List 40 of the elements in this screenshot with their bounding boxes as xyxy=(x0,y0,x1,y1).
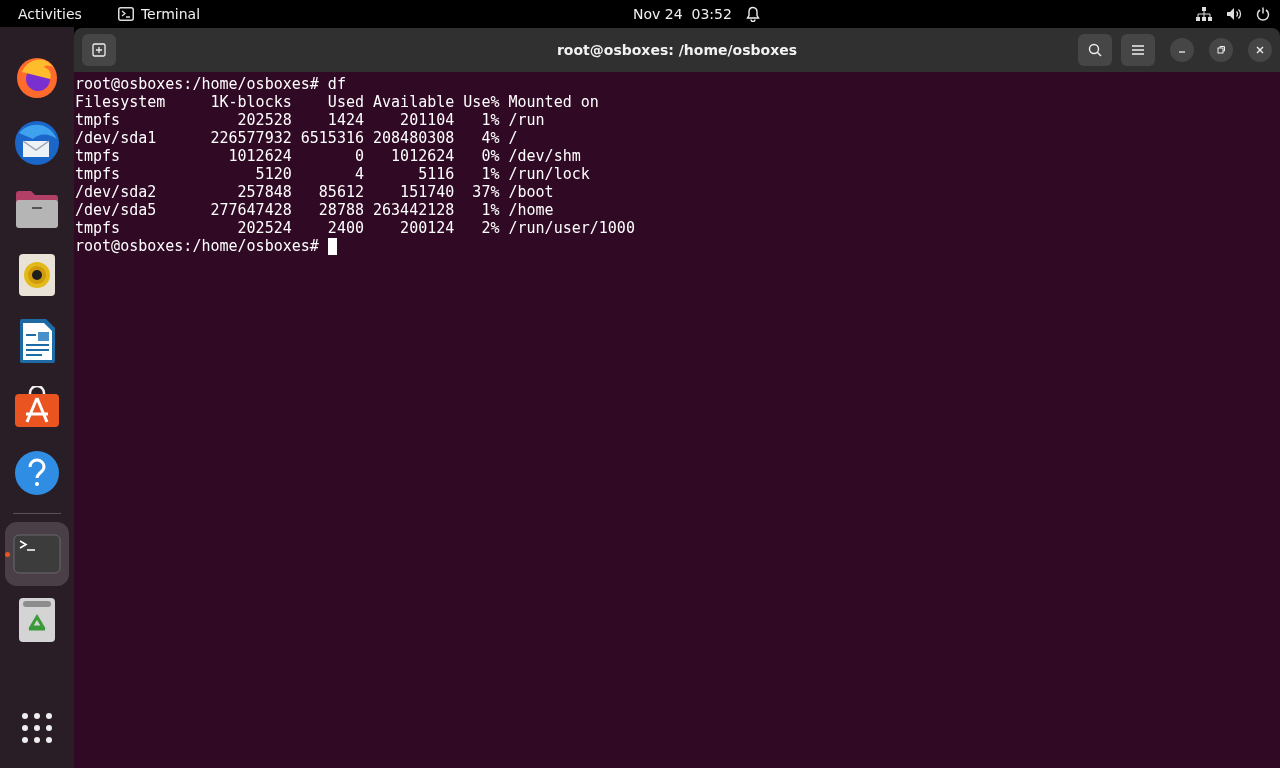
terminal-line: root@osboxes:/home/osboxes# df xyxy=(75,75,346,93)
terminal-line: tmpfs 5120 4 5116 1% /run/lock xyxy=(75,165,590,183)
menu-icon xyxy=(1132,45,1144,55)
plus-icon xyxy=(92,43,106,57)
terminal-line: /dev/sda5 277647428 28788 263442128 1% /home xyxy=(75,201,554,219)
terminal-line: tmpfs 202528 1424 201104 1% /run xyxy=(75,111,545,129)
maximize-button[interactable] xyxy=(1209,38,1233,62)
minimize-button[interactable] xyxy=(1170,38,1194,62)
terminal-line: /dev/sda1 226577932 6515316 208480308 4% / xyxy=(75,129,518,147)
bell-icon xyxy=(745,5,760,22)
bird-envelope-icon xyxy=(13,119,61,167)
window-title: root@osboxes: /home/osboxes xyxy=(556,42,798,58)
close-button[interactable] xyxy=(1248,38,1272,62)
new-tab-button[interactable] xyxy=(82,34,116,66)
volume-icon[interactable] xyxy=(1226,6,1242,21)
power-icon[interactable] xyxy=(1256,6,1270,21)
terminal-line: /dev/sda2 257848 85612 151740 37% /boot xyxy=(75,183,554,201)
activities-button[interactable]: Activities xyxy=(0,5,100,22)
terminal-icon xyxy=(117,6,134,21)
menu-button[interactable] xyxy=(1121,34,1155,66)
close-icon xyxy=(1255,45,1265,55)
speaker-icon xyxy=(18,253,56,297)
search-icon xyxy=(1088,43,1102,57)
network-icon[interactable] xyxy=(1196,6,1212,21)
terminal-line: tmpfs 202524 2400 200124 2% /run/user/1000 xyxy=(75,219,635,237)
help-icon xyxy=(14,450,60,496)
folder-icon xyxy=(14,188,60,230)
terminal-line: tmpfs 1012624 0 1012624 0% /dev/shm xyxy=(75,147,581,165)
search-button[interactable] xyxy=(1078,34,1112,66)
terminal-line: Filesystem 1K-blocks Used Available Use% Mounted on xyxy=(75,93,599,111)
terminal-prompt: root@osboxes:/home/osboxes# xyxy=(75,237,319,255)
app-grid-icon[interactable] xyxy=(21,712,53,744)
shopping-bag-icon xyxy=(14,386,60,428)
clock[interactable]: Nov 24 03:52 xyxy=(633,5,732,22)
terminal-icon xyxy=(13,534,61,574)
app-menu-label[interactable]: Terminal xyxy=(140,5,201,22)
text-cursor xyxy=(327,237,337,255)
document-icon xyxy=(18,318,56,364)
trash-icon xyxy=(18,597,56,643)
restore-icon xyxy=(1216,45,1226,55)
